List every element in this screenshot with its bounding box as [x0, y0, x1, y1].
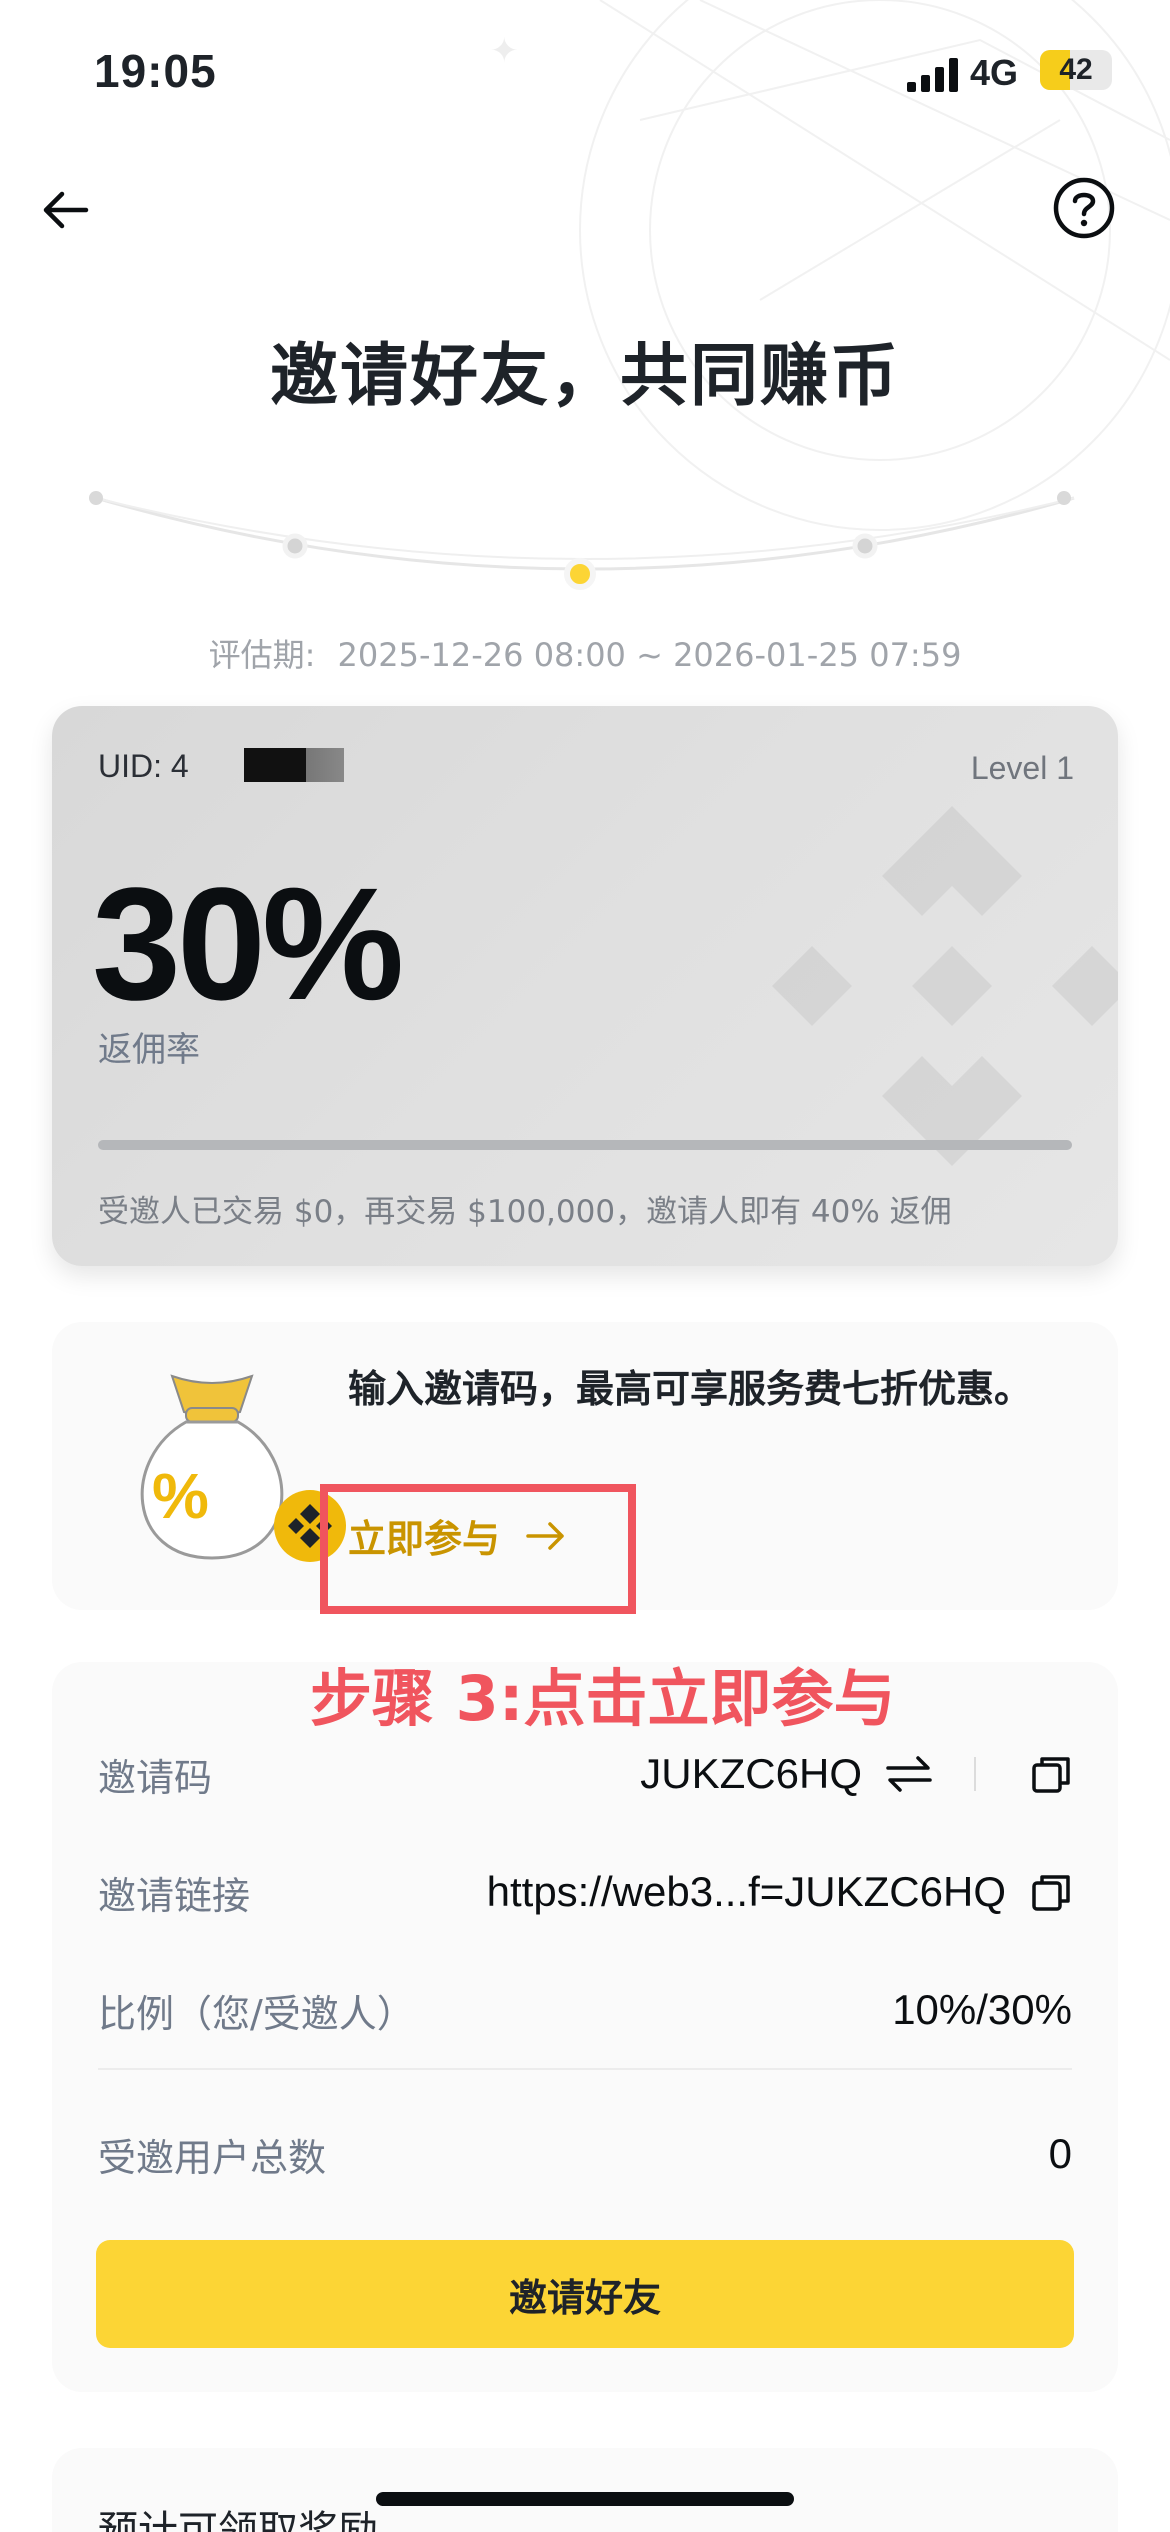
status-bar: 19:05 4G 42 [0, 0, 1170, 140]
eval-period-range: 2025-12-26 08:00 ~ 2026-01-25 07:59 [337, 636, 962, 674]
invite-link-value-group: https://web3...f=JUKZC6HQ [487, 1868, 1072, 1916]
network-label: 4G [970, 52, 1019, 93]
invite-friends-button[interactable]: 邀请好友 [96, 2240, 1074, 2348]
estimated-reward-card: 预计可领取奖励 [52, 2448, 1118, 2532]
invite-link-label: 邀请链接 [98, 1873, 251, 1918]
svg-text:%: % [152, 1460, 209, 1532]
rebate-rate-value: 30% [92, 854, 404, 1033]
battery-level: 42 [1059, 53, 1093, 86]
uid-label: UID: 4 [98, 748, 189, 784]
back-arrow-icon[interactable] [38, 182, 94, 238]
vertical-divider [974, 1757, 976, 1791]
rebate-rate-card: UID: 4 Level 1 30% 返佣率 受邀人已交易 $0，再交易 $10… [52, 706, 1118, 1266]
invite-code-label: 邀请码 [98, 1755, 213, 1800]
invited-total-label: 受邀用户总数 [98, 2135, 327, 2180]
home-indicator [376, 2492, 794, 2506]
eval-period-label: 评估期: [208, 636, 316, 674]
promo-text: 输入邀请码，最高可享服务费七折优惠。 [348, 1367, 1033, 1411]
level-dot [282, 533, 308, 559]
step-annotation: 步骤 3:点击立即参与 [310, 1662, 896, 1735]
copy-link-icon[interactable] [1030, 1871, 1072, 1913]
help-icon[interactable] [1052, 176, 1116, 240]
ratio-value: 10%/30% [892, 1986, 1072, 2033]
swap-icon[interactable] [884, 1754, 934, 1794]
level-track [89, 491, 1075, 590]
rebate-progress-bar [98, 1140, 1072, 1150]
battery-icon: 42 [1040, 50, 1112, 90]
money-bag-icon: % [140, 1374, 346, 1562]
level-dot [89, 491, 103, 505]
rebate-rate-label: 返佣率 [98, 1030, 200, 1070]
level-dot-current [564, 558, 596, 590]
annotation-highlight-box [320, 1484, 636, 1614]
rebate-progress-note: 受邀人已交易 $0，再交易 $100,000，邀请人即有 40% 返佣 [98, 1194, 952, 1230]
level-label: Level 1 [970, 750, 1074, 786]
invite-code-row: 邀请码 JUKZC6HQ [98, 1744, 1072, 1804]
uid-redacted [244, 748, 344, 782]
page-title: 邀请好友，共同赚币 [269, 337, 900, 416]
info-divider [98, 2068, 1072, 2070]
invite-info-card: 邀请码 JUKZC6HQ 邀请链接 https://web3...f=JUKZC… [52, 1662, 1118, 2392]
ratio-label: 比例（您/受邀人） [98, 1991, 415, 2036]
copy-code-icon[interactable] [1030, 1753, 1072, 1795]
invited-total-row: 受邀用户总数 0 [98, 2124, 1072, 2184]
level-dot [852, 533, 878, 559]
eval-period: 评估期: 2025-12-26 08:00 ~ 2026-01-25 07:59 [0, 630, 1170, 676]
invited-total-value: 0 [1048, 2130, 1072, 2177]
invite-code-value: JUKZC6HQ [640, 1750, 862, 1797]
status-time: 19:05 [94, 45, 217, 97]
invite-code-value-group: JUKZC6HQ [640, 1750, 1072, 1798]
invite-link-row: 邀请链接 https://web3...f=JUKZC6HQ [98, 1862, 1072, 1922]
estimated-reward-title: 预计可领取奖励 [98, 2508, 378, 2532]
signal-icon [907, 58, 958, 92]
ratio-row: 比例（您/受邀人） 10%/30% [98, 1980, 1072, 2040]
invite-link-value: https://web3...f=JUKZC6HQ [486, 1868, 1006, 1915]
level-dot [1057, 491, 1071, 505]
